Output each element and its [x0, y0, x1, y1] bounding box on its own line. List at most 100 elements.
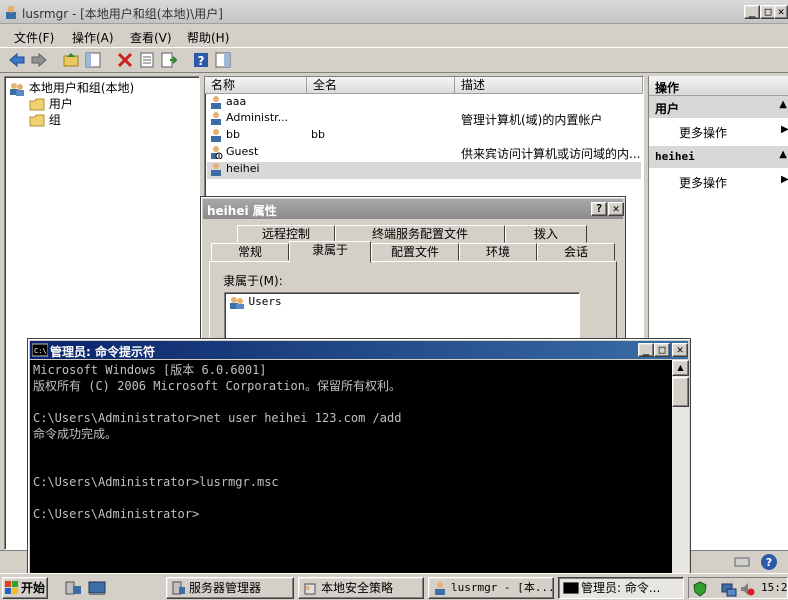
tree-item-users-label: 用户: [48, 97, 73, 111]
tree-item-groups-label: 组: [48, 113, 61, 127]
properties-icon[interactable]: [138, 51, 156, 69]
console-line: ​: [33, 394, 669, 410]
users-app-icon: [435, 582, 445, 595]
task-lusrmgr[interactable]: lusrmgr - [本...: [428, 577, 554, 599]
menu-bar: 文件(F) 操作(A) 查看(V) 帮助(H): [0, 25, 788, 47]
tab-profile[interactable]: 配置文件: [371, 243, 459, 261]
tree-item-groups[interactable]: 组: [29, 111, 61, 128]
action-pane-header: 操作: [649, 76, 788, 96]
clock[interactable]: 15:27: [761, 581, 788, 594]
minimize-button[interactable]: _: [744, 5, 760, 19]
cmd-title-bar[interactable]: C:\ 管理员: 命令提示符 _ □ ✕: [30, 341, 688, 359]
show-desktop-icon[interactable]: [88, 580, 106, 596]
keyboard-icon: [734, 557, 750, 567]
console-line: ​: [33, 490, 669, 506]
help-icon[interactable]: ?: [192, 51, 210, 69]
taskbar: 开始 服务器管理器 本地安全策略 lusrmgr - [本... 管理员: 命令…: [0, 573, 788, 600]
group-name: Users: [248, 295, 282, 308]
list-item[interactable]: Users: [229, 295, 282, 309]
group-icon: [230, 296, 244, 309]
tab-environment[interactable]: 环境: [459, 243, 537, 261]
cmd-scrollbar[interactable]: ▲: [672, 360, 689, 576]
column-header-description[interactable]: 描述: [455, 77, 643, 94]
console-line: ​: [33, 458, 669, 474]
folder-icon: [29, 98, 45, 111]
forward-arrow-icon[interactable]: [30, 51, 48, 69]
tree-root[interactable]: 本地用户和组(本地): [9, 79, 134, 96]
menu-view[interactable]: 查看(V): [130, 29, 172, 46]
menu-action[interactable]: 操作(A): [72, 29, 114, 46]
windows-logo-icon: [5, 581, 18, 594]
task-command-prompt[interactable]: 管理员: 命令...: [558, 577, 684, 599]
network-icon[interactable]: [721, 581, 737, 597]
scroll-up-arrow-icon[interactable]: ▲: [672, 360, 689, 376]
tab-sessions[interactable]: 会话: [537, 243, 615, 261]
back-arrow-icon[interactable]: [8, 51, 26, 69]
close-button[interactable]: ✕: [774, 5, 788, 19]
cmd-minimize-button[interactable]: _: [638, 343, 654, 357]
menu-help[interactable]: 帮助(H): [187, 29, 229, 46]
window-title: lusrmgr - [本地用户和组(本地)\用户]: [22, 7, 223, 21]
console-line: C:\Users\Administrator>: [33, 507, 200, 521]
security-shield-icon[interactable]: [692, 581, 708, 597]
help-circle-icon[interactable]: ?: [760, 553, 778, 571]
console-line: C:\Users\Administrator>net user heihei 1…: [33, 411, 402, 425]
properties-title-bar[interactable]: heihei 属性 ? ✕: [203, 199, 624, 219]
console-output[interactable]: Microsoft Windows [版本 6.0.6001] 版权所有 (C) …: [30, 360, 672, 576]
action-section-users-title: 用户: [655, 102, 680, 116]
user-fullname: bb: [311, 128, 325, 141]
svg-text:?: ?: [766, 556, 772, 569]
console-line: ​: [33, 442, 669, 458]
tab-dial-in[interactable]: 拨入: [505, 225, 587, 243]
tab-member-of[interactable]: 隶属于: [289, 241, 371, 263]
cmd-app-icon: [563, 582, 579, 594]
list-item[interactable]: bb bb: [209, 128, 643, 145]
user-description: 供来宾访问计算机或访问域的内...: [461, 147, 641, 161]
svg-text:C:\: C:\: [34, 347, 47, 355]
console-line: 命令成功完成。: [33, 427, 118, 441]
export-list-icon[interactable]: [160, 51, 178, 69]
folder-icon: [29, 114, 45, 127]
properties-dialog: heihei 属性 ? ✕ 远程控制 终端服务配置文件 拨入 常规 隶属于 配置…: [200, 196, 626, 356]
start-label: 开始: [21, 581, 46, 595]
user-name: Administr...: [226, 111, 289, 124]
action-section-users[interactable]: 用户 ▲: [649, 96, 788, 118]
command-prompt-window: C:\ 管理员: 命令提示符 _ □ ✕ Microsoft Windows […: [27, 338, 691, 578]
server-icon: [172, 581, 185, 595]
action-pane-toggle-icon[interactable]: [214, 51, 232, 69]
user-icon: [211, 163, 221, 176]
show-hide-tree-icon[interactable]: [84, 51, 102, 69]
dialog-close-button[interactable]: ✕: [608, 202, 624, 216]
action-section-heihei[interactable]: heihei ▲: [649, 146, 788, 168]
collapse-arrow-icon[interactable]: ▲: [779, 149, 787, 160]
action-more-users[interactable]: 更多操作: [679, 124, 727, 141]
user-icon: [211, 129, 221, 142]
list-item[interactable]: Guest 供来宾访问计算机或访问域的内...: [209, 145, 643, 162]
list-item-selected[interactable]: heihei: [207, 162, 641, 179]
main-title-bar[interactable]: lusrmgr - [本地用户和组(本地)\用户] _ □ ✕: [0, 0, 788, 24]
start-button[interactable]: 开始: [2, 577, 48, 599]
tree-item-users[interactable]: 用户: [29, 95, 73, 112]
list-item[interactable]: Administr... 管理计算机(域)的内置帐户: [209, 111, 643, 128]
task-local-security-policy[interactable]: 本地安全策略: [298, 577, 424, 599]
up-folder-icon[interactable]: [62, 51, 80, 69]
task-label: 本地安全策略: [321, 581, 394, 595]
task-label: 管理员: 命令...: [581, 581, 661, 595]
cmd-close-button[interactable]: ✕: [672, 343, 688, 357]
server-manager-quicklaunch-icon[interactable]: [64, 580, 82, 596]
cmd-maximize-button[interactable]: □: [654, 343, 670, 357]
volume-muted-icon[interactable]: [739, 581, 755, 597]
cmd-title: 管理员: 命令提示符: [50, 345, 155, 359]
console-line: C:\Users\Administrator>lusrmgr.msc: [33, 475, 279, 489]
column-header-fullname[interactable]: 全名: [307, 77, 455, 94]
tab-general[interactable]: 常规: [211, 243, 289, 261]
delete-icon[interactable]: [116, 51, 134, 69]
column-header-name[interactable]: 名称: [205, 77, 307, 94]
action-more-heihei[interactable]: 更多操作: [679, 174, 727, 191]
collapse-arrow-icon[interactable]: ▲: [779, 99, 787, 110]
task-server-manager[interactable]: 服务器管理器: [166, 577, 294, 599]
list-item[interactable]: aaa: [209, 95, 643, 112]
scroll-thumb[interactable]: [672, 377, 689, 407]
dialog-help-button[interactable]: ?: [591, 202, 607, 216]
menu-file[interactable]: 文件(F): [14, 29, 54, 46]
